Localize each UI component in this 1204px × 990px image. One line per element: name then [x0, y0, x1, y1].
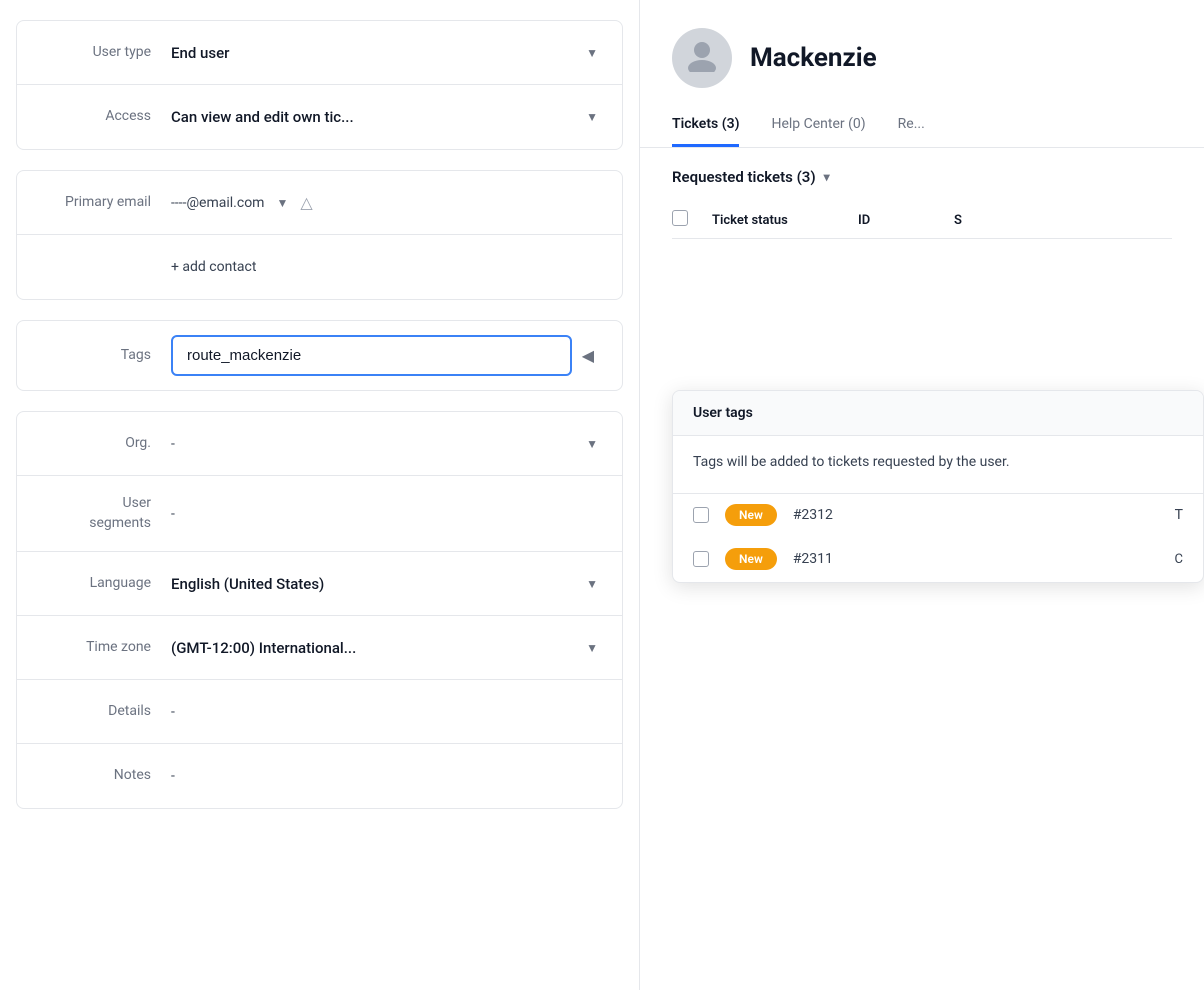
requested-tickets-header[interactable]: Requested tickets (3) ▾: [672, 168, 1172, 186]
org-text: -: [171, 436, 175, 452]
notes-label: Notes: [41, 766, 151, 786]
other-fields-section: Org. - ▼ Usersegments - Language English…: [16, 411, 623, 809]
status-badge-partial: New: [725, 504, 777, 526]
partial-ticket-col: T: [1175, 507, 1183, 523]
col-header-id: ID: [858, 213, 938, 228]
user-tags-description: Tags will be added to tickets requested …: [693, 454, 1010, 470]
requested-tickets-label: Requested tickets (3): [672, 168, 816, 186]
ticket-row-partial-top: New #2312 T: [673, 493, 1203, 536]
timezone-row: Time zone (GMT-12:00) International... ▼: [17, 616, 622, 680]
user-type-value: End user ▼: [171, 44, 598, 62]
primary-email-row: Primary email ----@email.com ▼ △: [17, 171, 622, 235]
language-value: English (United States) ▼: [171, 575, 598, 593]
tickets-table-header: Ticket status ID S: [672, 202, 1172, 239]
email-chevron-icon: ▼: [276, 196, 288, 210]
tags-section: Tags ◀: [16, 320, 623, 391]
warning-icon: △: [300, 193, 312, 212]
partial-ticket-id: #2312: [793, 507, 833, 523]
select-all-checkbox[interactable]: [672, 210, 688, 226]
language-label: Language: [41, 574, 151, 594]
right-panel: Mackenzie Tickets (3) Help Center (0) Re…: [640, 0, 1204, 990]
tags-row: Tags ◀: [17, 321, 622, 390]
tags-collapse-button[interactable]: ◀: [578, 342, 598, 370]
user-type-chevron-icon: ▼: [586, 46, 598, 60]
access-dropdown[interactable]: Can view and edit own tic... ▼: [171, 108, 598, 126]
org-row: Org. - ▼: [17, 412, 622, 476]
ticket-id-2311: #2311: [793, 551, 833, 567]
tab-re[interactable]: Re...: [898, 104, 925, 147]
notes-row: Notes -: [17, 744, 622, 808]
select-all-checkbox-col: [672, 210, 696, 230]
tickets-section: Requested tickets (3) ▾ Ticket status ID…: [640, 148, 1204, 259]
user-segments-text: -: [171, 506, 175, 522]
user-segments-value: -: [171, 506, 598, 522]
user-segments-label: Usersegments: [41, 494, 151, 533]
user-type-text: End user: [171, 44, 229, 62]
user-name: Mackenzie: [750, 43, 877, 73]
language-text: English (United States): [171, 575, 324, 593]
access-row: Access Can view and edit own tic... ▼: [17, 85, 622, 149]
details-row: Details -: [17, 680, 622, 744]
tags-input[interactable]: [171, 335, 572, 376]
user-type-label: User type: [41, 43, 151, 63]
details-value: -: [171, 704, 598, 720]
notes-text: -: [171, 768, 175, 784]
user-segments-row: Usersegments -: [17, 476, 622, 552]
col-header-s: S: [954, 213, 962, 228]
add-contact-value: + add contact: [171, 255, 598, 279]
user-type-dropdown[interactable]: End user ▼: [171, 44, 598, 62]
ticket-checkbox-2311[interactable]: [693, 551, 709, 567]
details-label: Details: [41, 702, 151, 722]
notes-value: -: [171, 768, 598, 784]
org-label: Org.: [41, 434, 151, 454]
access-chevron-icon: ▼: [586, 110, 598, 124]
timezone-dropdown[interactable]: (GMT-12:00) International... ▼: [171, 639, 598, 657]
user-type-access-section: User type End user ▼ Access Can view and…: [16, 20, 623, 150]
timezone-value: (GMT-12:00) International... ▼: [171, 639, 598, 657]
user-type-row: User type End user ▼: [17, 21, 622, 85]
user-tags-body: Tags will be added to tickets requested …: [673, 436, 1203, 493]
status-badge-2311: New: [725, 548, 777, 570]
access-label: Access: [41, 107, 151, 127]
ticket-row-2311: New #2311 C: [673, 536, 1203, 582]
avatar: [672, 28, 732, 88]
avatar-icon: [684, 36, 720, 80]
language-row: Language English (United States) ▼: [17, 552, 622, 616]
timezone-label: Time zone: [41, 638, 151, 658]
user-header: Mackenzie: [640, 0, 1204, 104]
access-value: Can view and edit own tic... ▼: [171, 108, 598, 126]
add-contact-button[interactable]: + add contact: [171, 255, 256, 279]
timezone-text: (GMT-12:00) International...: [171, 639, 356, 657]
ticket-checkbox-2312[interactable]: [693, 507, 709, 523]
email-section: Primary email ----@email.com ▼ △ + add c…: [16, 170, 623, 300]
language-dropdown[interactable]: English (United States) ▼: [171, 575, 598, 593]
primary-email-label: Primary email: [41, 193, 151, 213]
ticket-col-2311: C: [1175, 552, 1183, 567]
org-chevron-icon: ▼: [586, 437, 598, 451]
col-header-ticket-status: Ticket status: [712, 213, 842, 228]
tab-tickets[interactable]: Tickets (3): [672, 104, 739, 147]
email-text: ----@email.com: [171, 195, 264, 211]
timezone-chevron-icon: ▼: [586, 641, 598, 655]
org-value: - ▼: [171, 436, 598, 452]
user-tags-header: User tags: [673, 391, 1203, 436]
tabs-bar: Tickets (3) Help Center (0) Re...: [640, 104, 1204, 148]
details-text: -: [171, 704, 175, 720]
tab-help-center[interactable]: Help Center (0): [771, 104, 865, 147]
requested-tickets-chevron-icon: ▾: [824, 170, 830, 184]
primary-email-value: ----@email.com ▼ △: [171, 193, 598, 212]
language-chevron-icon: ▼: [586, 577, 598, 591]
org-dropdown[interactable]: - ▼: [171, 436, 598, 452]
tags-label: Tags: [41, 346, 151, 366]
user-tags-dropdown: User tags Tags will be added to tickets …: [672, 390, 1204, 583]
left-panel: User type End user ▼ Access Can view and…: [0, 0, 640, 990]
add-contact-row: + add contact: [17, 235, 622, 299]
access-text: Can view and edit own tic...: [171, 108, 354, 126]
tags-input-wrapper: [171, 335, 572, 376]
